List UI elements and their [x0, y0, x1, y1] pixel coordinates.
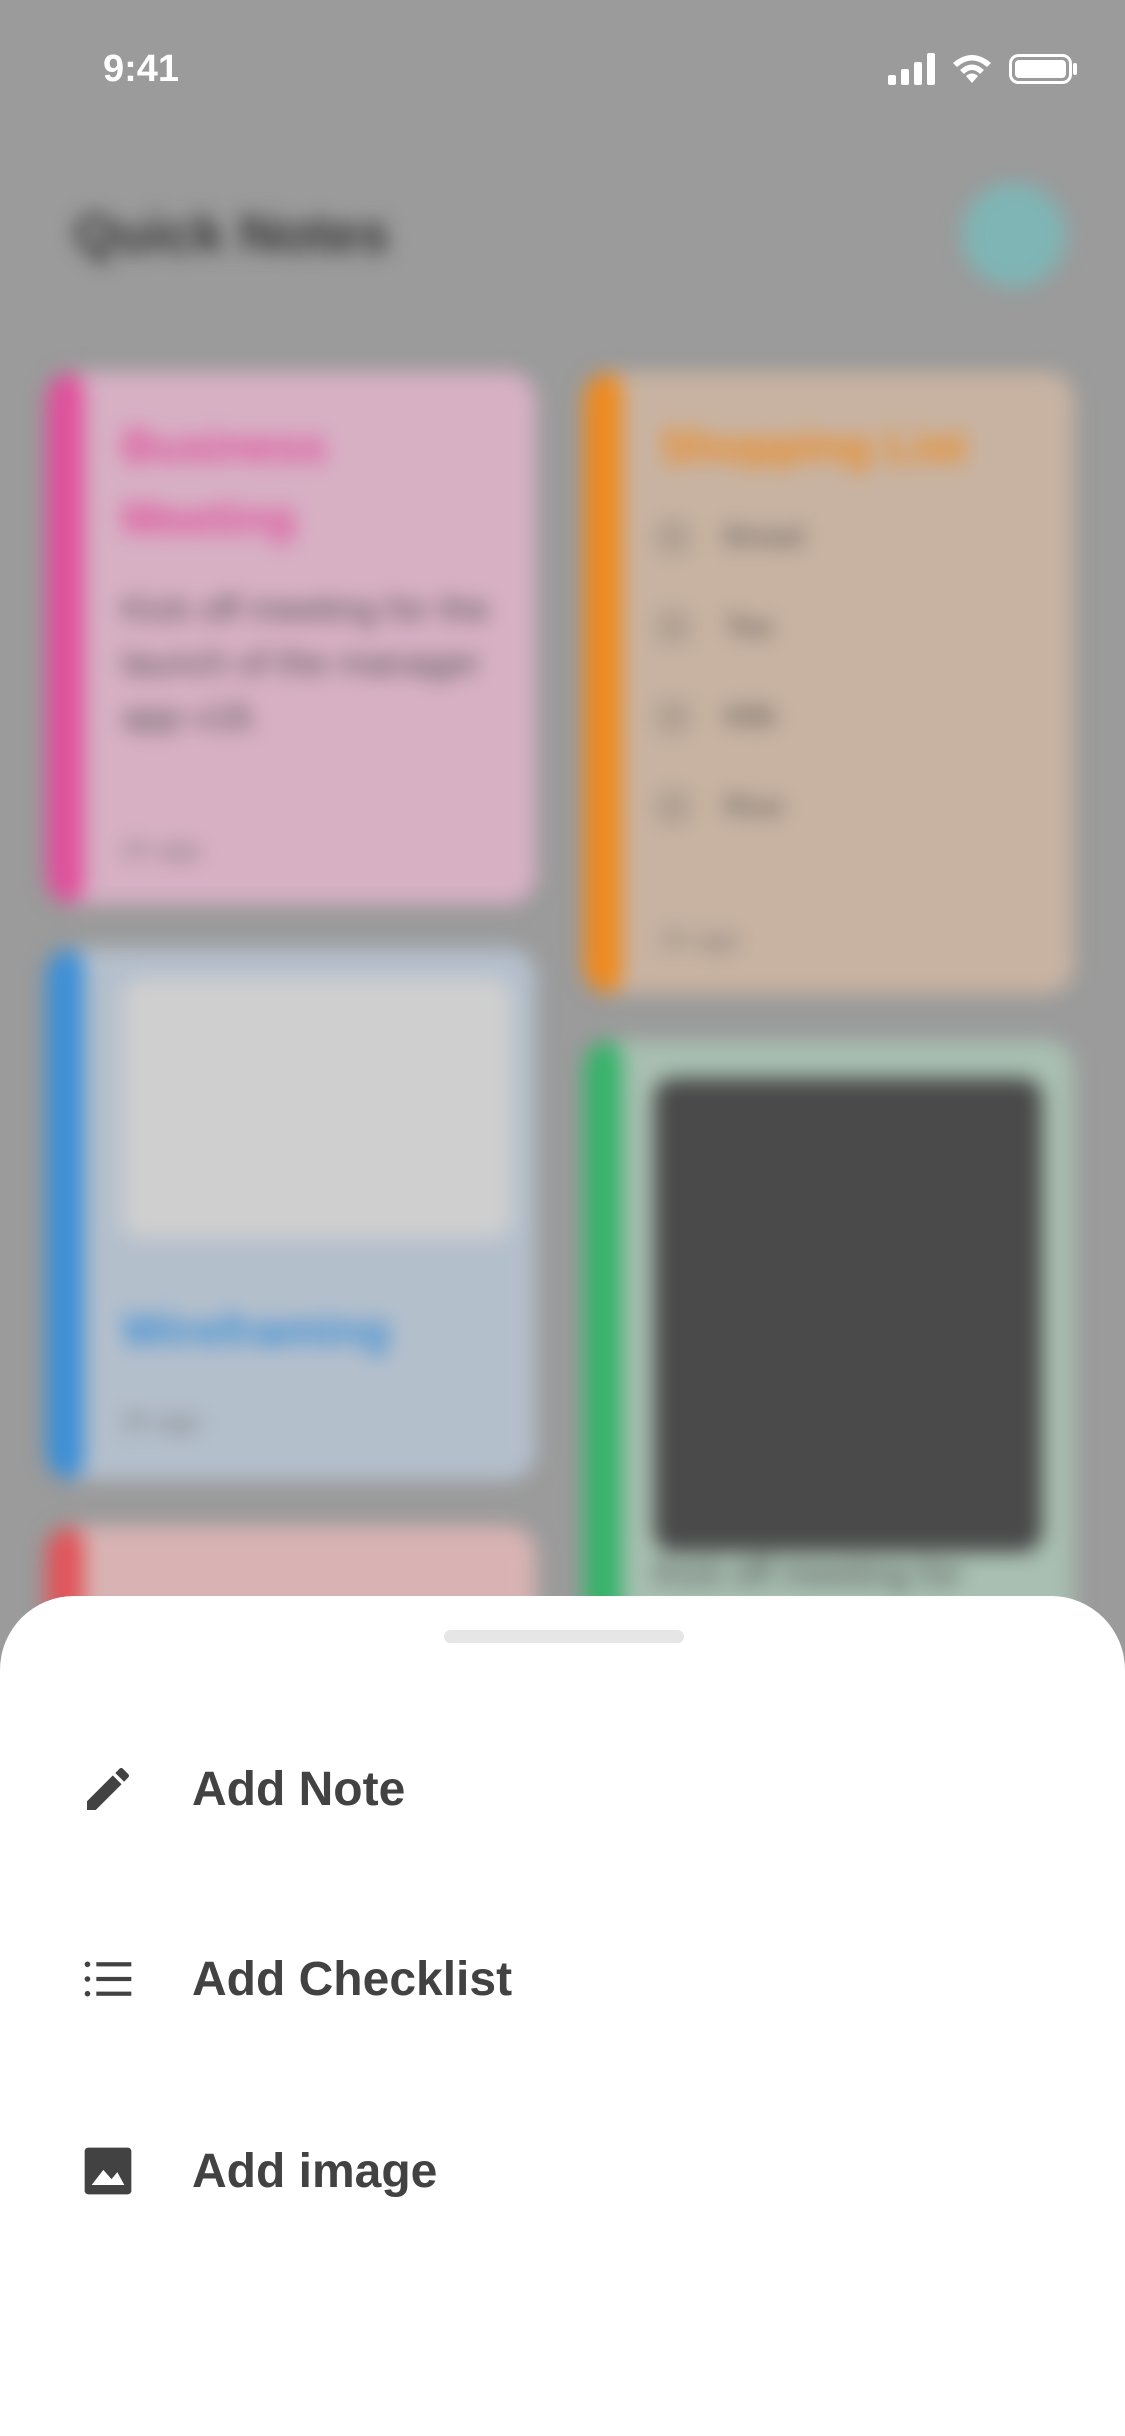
add-image-option[interactable]: Add image	[0, 2096, 1125, 2246]
checklist-item: Rice	[660, 790, 784, 824]
add-options-sheet: Add Note Add Checklist Add image	[0, 1596, 1125, 2436]
note-card-shopping: Shopping List Bread Tea Milk Rice 2h ago	[584, 372, 1074, 994]
note-body: Kick off meeting for the launch of the m…	[122, 588, 490, 737]
note-card-food: Kick off meeting for	[584, 1040, 1074, 1640]
note-image	[122, 978, 512, 1238]
note-title: Wireframing	[122, 1304, 390, 1356]
add-checklist-label: Add Checklist	[192, 1952, 513, 2006]
note-time: 2h ago	[122, 1406, 202, 1436]
signal-icon	[888, 53, 935, 85]
note-title: Business Meeting	[122, 420, 327, 544]
add-checklist-option[interactable]: Add Checklist	[0, 1904, 1125, 2054]
note-time: 2h ago	[660, 924, 740, 954]
note-body: Kick off meeting for	[654, 1552, 962, 1593]
add-note-label: Add Note	[192, 1762, 406, 1816]
status-icons	[888, 52, 1079, 86]
note-image	[654, 1078, 1042, 1552]
note-card-business: Business Meeting Kick off meeting for th…	[46, 372, 536, 904]
note-card-wireframing: Wireframing 2h ago	[46, 948, 536, 1480]
wifi-icon	[953, 55, 991, 83]
status-bar: 9:41	[0, 0, 1125, 140]
add-image-label: Add image	[192, 2144, 438, 2198]
status-time: 9:41	[103, 48, 180, 90]
add-note-fab	[962, 183, 1066, 287]
app-title: Quick Notes	[74, 204, 390, 264]
add-note-option[interactable]: Add Note	[0, 1714, 1125, 1864]
checklist-icon	[78, 1949, 138, 2009]
sheet-grabber[interactable]	[444, 1630, 684, 1643]
checklist-item: Bread	[660, 520, 804, 554]
note-time: 2h ago	[122, 834, 202, 864]
image-icon	[78, 2141, 138, 2201]
pencil-icon	[78, 1759, 138, 1819]
checklist-item: Tea	[660, 610, 772, 644]
battery-icon	[1009, 54, 1077, 84]
checklist-item: Milk	[660, 700, 777, 734]
note-title: Shopping List	[660, 420, 967, 472]
